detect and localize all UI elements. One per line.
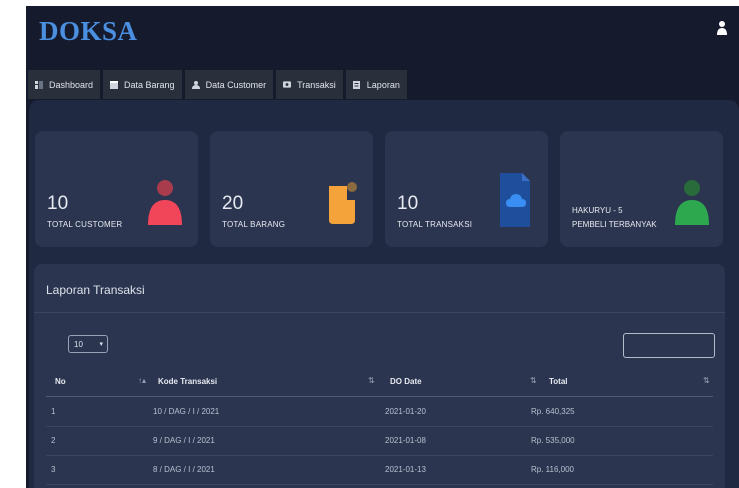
tab-label: Dashboard [49, 79, 94, 90]
card-value: 10 [47, 193, 69, 214]
report-table-card: Laporan Transaksi 10 ▾ No ↑▴ Kode Transa… [34, 264, 725, 488]
card-label: TOTAL CUSTOMER [47, 220, 123, 229]
column-header-no[interactable]: No [55, 377, 66, 386]
cell-total: Rp. 116,000 [531, 465, 574, 474]
cell-no: 2 [51, 436, 56, 445]
document-icon [353, 80, 361, 89]
file-icon [500, 173, 530, 227]
column-header-do-date[interactable]: DO Date [390, 377, 422, 386]
card-value: HAKURYU - 5 [572, 206, 623, 215]
card-label: TOTAL TRANSAKSI [397, 220, 473, 229]
card-label: PEMBELI TERBANYAK [572, 220, 657, 229]
sort-icon[interactable]: ⇅ [530, 376, 537, 385]
nav-tabs: Dashboard Data Barang Data Customer Tran… [28, 70, 407, 99]
user-icon [675, 180, 709, 225]
tab-label: Transaksi [297, 79, 336, 90]
tab-data-customer[interactable]: Data Customer [184, 70, 274, 99]
search-input[interactable] [623, 333, 715, 358]
tab-data-barang[interactable]: Data Barang [103, 70, 182, 99]
cell-kode: 8 / DAG / I / 2021 [153, 465, 215, 474]
cell-kode: 10 / DAG / I / 2021 [153, 407, 220, 416]
dashboard-panel: 10 TOTAL CUSTOMER 20 TOTAL BARANG 10 TOT… [29, 100, 739, 488]
cell-total: Rp. 640,325 [531, 407, 575, 416]
tab-laporan[interactable]: Laporan [345, 70, 407, 99]
user-icon [148, 180, 182, 225]
report-title: Laporan Transaksi [46, 283, 145, 297]
money-icon [283, 81, 292, 89]
cell-no: 3 [51, 465, 56, 474]
app-window: DOKSA Dashboard Data Barang Data Custome… [26, 6, 739, 488]
table-row: 1 10 / DAG / I / 2021 2021-01-20 Rp. 640… [46, 397, 713, 427]
page-size-value: 10 [74, 339, 83, 349]
dashboard-icon [35, 80, 43, 89]
table-row: 3 8 / DAG / I / 2021 2021-01-13 Rp. 116,… [46, 455, 713, 485]
tab-dashboard[interactable]: Dashboard [28, 70, 101, 99]
column-header-total[interactable]: Total [549, 377, 568, 386]
card-pembeli-terbanyak: HAKURYU - 5 PEMBELI TERBANYAK [560, 131, 723, 247]
box-icon [329, 182, 357, 224]
divider [34, 312, 725, 313]
column-header-kode[interactable]: Kode Transaksi [158, 377, 217, 386]
cell-do-date: 2021-01-13 [385, 465, 426, 474]
cell-total: Rp. 535,000 [531, 436, 575, 445]
table-row: 2 9 / DAG / I / 2021 2021-01-08 Rp. 535,… [46, 426, 713, 456]
brand-logo[interactable]: DOKSA [39, 16, 138, 47]
cell-do-date: 2021-01-20 [385, 407, 426, 416]
card-total-customer: 10 TOTAL CUSTOMER [35, 131, 198, 247]
page-size-select[interactable]: 10 ▾ [68, 335, 108, 353]
user-icon [191, 80, 200, 89]
card-total-transaksi: 10 TOTAL TRANSAKSI [385, 131, 548, 247]
box-icon [110, 80, 119, 89]
tab-label: Data Customer [205, 79, 267, 90]
tab-label: Data Barang [124, 79, 175, 90]
chevron-down-icon: ▾ [99, 341, 103, 348]
cell-no: 1 [51, 407, 56, 416]
card-value: 10 [397, 193, 419, 214]
table-header: No ↑▴ Kode Transaksi ⇅ DO Date ⇅ Total ⇅ [46, 368, 713, 397]
sort-asc-icon[interactable]: ↑▴ [138, 376, 146, 385]
tab-label: Laporan [366, 79, 400, 90]
sort-icon[interactable]: ⇅ [703, 376, 710, 385]
card-value: 20 [222, 193, 244, 214]
card-total-barang: 20 TOTAL BARANG [210, 131, 373, 247]
cell-kode: 9 / DAG / I / 2021 [153, 436, 215, 445]
tab-transaksi[interactable]: Transaksi [276, 70, 343, 99]
sort-icon[interactable]: ⇅ [368, 376, 375, 385]
cell-do-date: 2021-01-08 [385, 436, 426, 445]
user-menu-icon[interactable] [717, 20, 727, 36]
card-label: TOTAL BARANG [222, 220, 286, 229]
